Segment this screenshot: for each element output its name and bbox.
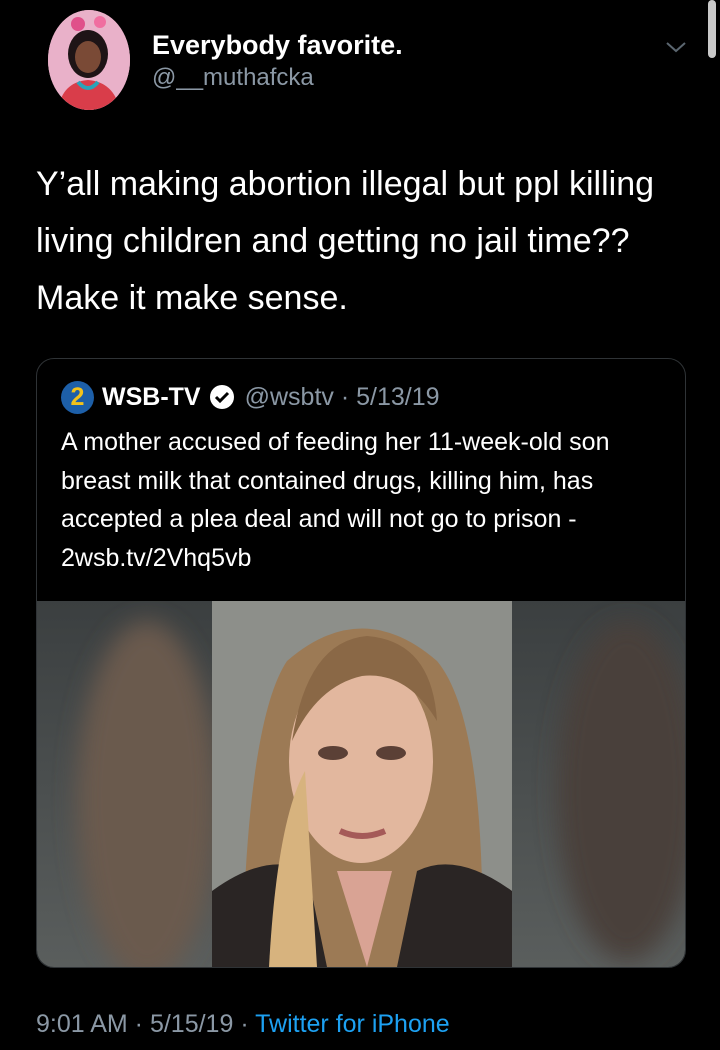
- author-avatar[interactable]: [48, 10, 130, 110]
- quoted-author-name: WSB-TV: [102, 382, 201, 411]
- author-name[interactable]: Everybody favorite.: [152, 30, 403, 61]
- scroll-indicator[interactable]: [708, 0, 716, 58]
- quoted-author-handle: @wsbtv: [244, 382, 334, 411]
- verified-badge-icon: [209, 384, 235, 410]
- quoted-media-image[interactable]: [37, 601, 685, 967]
- chevron-down-icon[interactable]: [664, 38, 688, 56]
- quoted-date: 5/13/19: [356, 382, 440, 411]
- tweet-date: 5/15/19: [149, 1010, 234, 1038]
- quoted-handle-date: @wsbtv · 5/13/19: [244, 382, 440, 411]
- tweet-time: 9:01 AM: [36, 1010, 128, 1038]
- tweet-footer: 9:01 AM · 5/15/19 · Twitter for iPhone: [36, 1010, 450, 1038]
- wsb-logo: 2: [61, 380, 94, 414]
- quoted-tweet-header: 2 WSB-TV @wsbtv · 5/13/19: [61, 377, 440, 417]
- author-handle[interactable]: @__muthafcka: [152, 64, 314, 92]
- tweet-text: Y’all making abortion illegal but ppl ki…: [36, 165, 655, 317]
- quoted-tweet-card[interactable]: 2 WSB-TV @wsbtv · 5/13/19 A mother accus…: [36, 358, 686, 968]
- tweet-source-link[interactable]: Twitter for iPhone: [255, 1010, 450, 1038]
- quoted-tweet-text: A mother accused of feeding her 11-week-…: [61, 428, 610, 572]
